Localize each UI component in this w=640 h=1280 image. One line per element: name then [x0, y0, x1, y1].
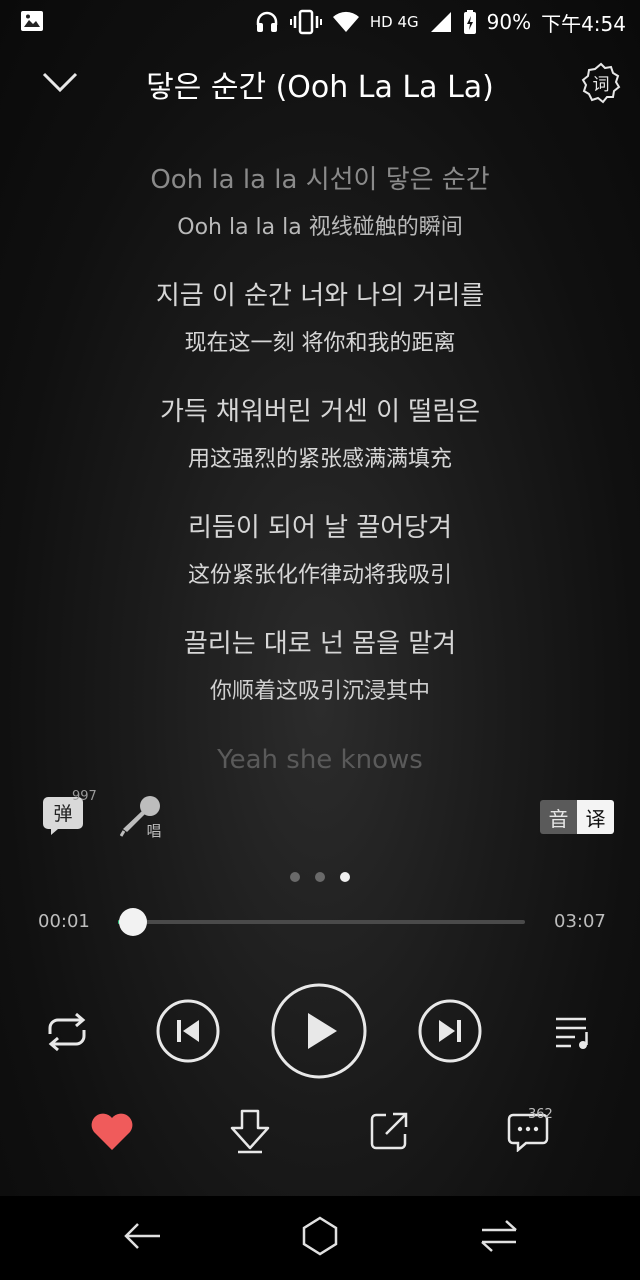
lyric-translation-text: 现在这一刻 将你和我的距离 [184, 331, 456, 356]
svg-text:唱: 唱 [146, 822, 161, 840]
lyric-line[interactable]: 끌리는 대로 넌 몸을 맡겨 你顺着这吸引沉浸其中 [0, 622, 640, 712]
play-button[interactable] [270, 982, 368, 1080]
page-dot [290, 872, 300, 882]
heart-icon[interactable] [90, 1110, 134, 1152]
repeat-icon[interactable] [42, 1010, 92, 1054]
lyric-original-text: 지금 이 순간 너와 나의 거리를 [155, 281, 485, 311]
wifi-icon [332, 11, 359, 32]
battery-level: 90% [486, 10, 532, 34]
lyric-line[interactable]: 가득 채워버린 거센 이 떨림은 用这强烈的紧张感满满填充 [0, 390, 640, 480]
play-icon [271, 983, 367, 1079]
player-screen: HD 4G 90% 下午4:54 닿은 순간 (Ooh La La La) 词 [0, 0, 640, 1280]
lyric-original-text: Ooh la la la 시선이 닿은 순간 [150, 165, 490, 195]
lyric-translation-text: 这份紧张化作律动将我吸引 [187, 563, 452, 588]
headset-icon [256, 11, 278, 32]
next-track-icon [418, 999, 482, 1063]
gallery-icon [21, 11, 43, 31]
translation-lyrics-tab[interactable]: 译 [577, 800, 614, 834]
karaoke-button[interactable]: 唱 [119, 794, 168, 840]
signal-icon [430, 12, 451, 32]
download-icon[interactable] [228, 1108, 272, 1154]
total-time: 03:07 [554, 911, 606, 932]
share-icon[interactable] [368, 1110, 410, 1152]
page-indicator [0, 872, 640, 884]
lyric-translation-text: Ooh la la la 视线碰触的瞬间 [177, 215, 463, 240]
next-track-button[interactable] [417, 998, 483, 1064]
lyric-original-text: 리듬이 되어 날 끌어당겨 [188, 513, 452, 543]
previous-track-icon [156, 999, 220, 1063]
title-bar: 닿은 순간 (Ooh La La La) 词 [0, 52, 640, 112]
lyric-line[interactable]: Ooh la la la 시선이 닿은 순간 Ooh la la la 视线碰触的… [0, 158, 640, 248]
lyric-translation-text: 你顺着这吸引沉浸其中 [209, 679, 430, 704]
previous-track-button[interactable] [155, 998, 221, 1064]
lyric-line[interactable]: 지금 이 순간 너와 나의 거리를 现在这一刻 将你和我的距离 [0, 274, 640, 364]
comment-count: 362 [528, 1107, 553, 1122]
lyric-language-toggle: 音 译 [540, 800, 614, 834]
song-title: 닿은 순간 (Ooh La La La) [146, 70, 494, 105]
system-nav-bar [0, 1196, 640, 1280]
network-type: HD 4G [369, 13, 419, 31]
lyric-original-text: Yeah she knows [217, 745, 423, 775]
back-arrow-icon[interactable] [118, 1216, 164, 1256]
lyrics-settings-icon: 词 [581, 62, 621, 104]
clock: 下午4:54 [541, 11, 626, 36]
danmaku-count: 997 [72, 789, 97, 804]
status-icons: HD 4G 90% 下午4:54 [254, 6, 626, 38]
home-icon[interactable] [298, 1214, 342, 1258]
lyric-original-text: 가득 채워버린 거센 이 떨림은 [159, 397, 481, 427]
playlist-icon[interactable] [553, 1012, 593, 1052]
vibrate-icon [289, 9, 322, 35]
lyric-translation-text: 用这强烈的紧张感满满填充 [187, 447, 452, 472]
original-lyrics-tab[interactable]: 音 [540, 800, 577, 834]
svg-text:弹: 弹 [53, 803, 72, 825]
lyric-line[interactable]: 리듬이 되어 날 끌어당겨 这份紧张化作律动将我吸引 [0, 506, 640, 596]
current-time: 00:01 [38, 911, 90, 932]
lyric-original-text: 끌리는 대로 넌 몸을 맡겨 [183, 629, 457, 659]
switch-apps-icon[interactable] [476, 1216, 522, 1256]
status-bar: HD 4G 90% 下午4:54 [0, 0, 640, 44]
chevron-down-icon[interactable] [38, 64, 82, 100]
microphone-icon: 唱 [119, 796, 162, 840]
page-dot [315, 872, 325, 882]
lyrics-settings-button[interactable]: 词 [580, 62, 622, 104]
battery-charging-icon [463, 10, 476, 34]
svg-text:词: 词 [593, 75, 610, 95]
lyric-line[interactable]: Yeah she knows [0, 738, 640, 782]
page-dot [340, 872, 350, 882]
progress-thumb[interactable] [119, 908, 148, 936]
progress-bar[interactable] [118, 920, 525, 924]
